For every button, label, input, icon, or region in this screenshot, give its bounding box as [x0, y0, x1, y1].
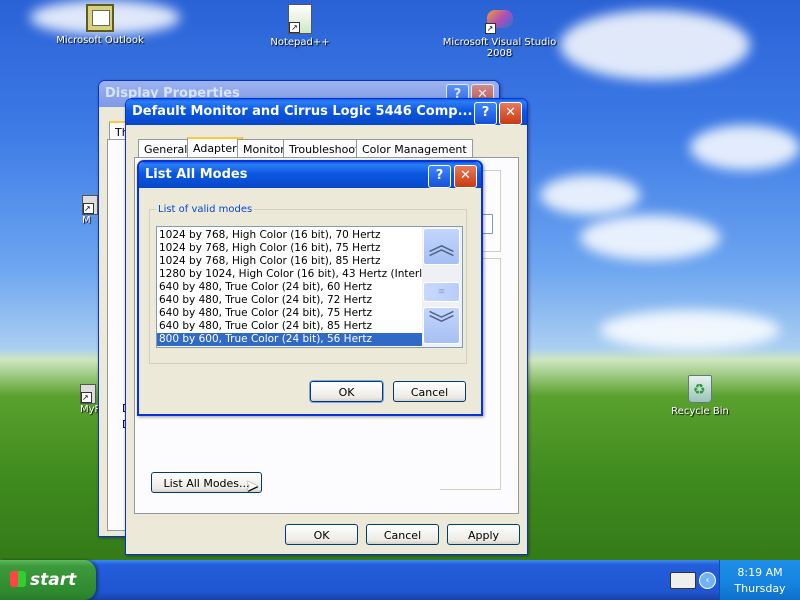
tab-color-management[interactable]: Color Management — [356, 139, 473, 158]
valid-modes-label: List of valid modes — [158, 204, 253, 215]
start-button[interactable]: start — [0, 560, 96, 600]
start-label: start — [30, 570, 77, 590]
desktop-icon-outlook[interactable]: Microsoft Outlook — [45, 4, 155, 46]
mode-list-item[interactable]: 1024 by 768, High Color (16 bit), 85 Her… — [157, 255, 422, 268]
window-title: Default Monitor and Cirrus Logic 5446 Co… — [132, 104, 473, 119]
help-button[interactable]: ? — [474, 102, 497, 125]
scroll-down-button[interactable]: ︾ — [423, 307, 460, 344]
shortcut-arrow-icon: ↗ — [81, 392, 92, 403]
mode-list-item[interactable]: 640 by 480, True Color (24 bit), 60 Hert… — [157, 281, 422, 294]
desktop-icon-notepadpp[interactable]: ↗ Notepad++ — [245, 4, 355, 48]
shortcut-arrow-icon: ↗ — [289, 22, 300, 33]
mode-list-item[interactable]: 640 by 480, True Color (24 bit), 85 Hert… — [157, 320, 422, 333]
chevron-down-icon: ︾ — [428, 310, 455, 340]
close-button[interactable]: ✕ — [454, 165, 477, 188]
chevron-up-icon: ︽ — [428, 231, 455, 261]
close-button[interactable]: ✕ — [499, 102, 522, 125]
chevron-left-icon[interactable]: ‹ — [699, 572, 716, 589]
shortcut-arrow-icon: ↗ — [83, 203, 94, 214]
list-all-modes-titlebar[interactable]: List All Modes ? ✕ — [139, 162, 481, 188]
mouse-cursor-icon: ➤ — [245, 476, 259, 495]
mode-list-item[interactable]: 1024 by 768, High Color (16 bit), 70 Her… — [157, 229, 422, 242]
ok-button[interactable]: OK — [285, 524, 358, 545]
clock-day: Thursday — [734, 582, 786, 595]
tab-adapter[interactable]: Adapter — [187, 137, 243, 158]
modes-scrollbar[interactable]: ︽ ≡ ︾ — [422, 227, 462, 347]
monitor-properties-titlebar[interactable]: Default Monitor and Cirrus Logic 5446 Co… — [126, 99, 527, 125]
desktop-icon-visual-studio[interactable]: ↗ Microsoft Visual Studio 2008 — [437, 4, 562, 59]
program-icon: ↗ — [80, 384, 96, 404]
cancel-button[interactable]: Cancel — [366, 524, 439, 545]
tab-strip: General Adapter Monitor Troubleshoot Col… — [136, 137, 526, 159]
notepadpp-icon: ↗ — [288, 4, 312, 34]
mode-list-item[interactable]: 800 by 600, True Color (24 bit), 56 Hert… — [157, 333, 422, 346]
scroll-thumb[interactable]: ≡ — [423, 282, 460, 302]
tab-troubleshoot[interactable]: Troubleshoot — [283, 139, 366, 158]
keyboard-icon[interactable] — [670, 572, 696, 589]
modes-list-rows: 1024 by 768, High Color (16 bit), 70 Her… — [157, 229, 452, 346]
desktop-icon-label: Microsoft Visual Studio 2008 — [442, 37, 557, 59]
desktop-icon-label: Recycle Bin — [671, 406, 729, 417]
shortcut-arrow-icon: ↗ — [484, 23, 496, 34]
mode-list-item[interactable]: 1280 by 1024, High Color (16 bit), 43 He… — [157, 268, 452, 281]
desktop-icon-label: Microsoft Outlook — [56, 35, 144, 46]
apply-button[interactable]: Apply — [447, 524, 520, 545]
cancel-button[interactable]: Cancel — [393, 381, 466, 402]
outlook-icon — [86, 4, 114, 32]
desktop-icon-recycle-bin[interactable]: ♻ Recycle Bin — [645, 375, 755, 417]
program-icon: ↗ — [82, 195, 98, 215]
modes-listbox[interactable]: 1024 by 768, High Color (16 bit), 70 Her… — [156, 226, 463, 348]
mode-list-item[interactable]: 640 by 480, True Color (24 bit), 75 Hert… — [157, 307, 422, 320]
ok-button[interactable]: OK — [309, 380, 384, 403]
mode-list-item[interactable]: 640 by 480, True Color (24 bit), 72 Hert… — [157, 294, 422, 307]
clock-time[interactable]: 8:19 AM — [720, 566, 800, 579]
tab-general[interactable]: General — [138, 139, 194, 158]
taskbar: start ‹ 8:19 AM Thursday — [0, 560, 800, 600]
list-all-modes-dialog[interactable]: List All Modes ? ✕ List of valid modes 1… — [137, 160, 483, 416]
visual-studio-icon: ↗ — [484, 4, 515, 34]
mode-list-item[interactable]: 1024 by 768, High Color (16 bit), 75 Her… — [157, 242, 422, 255]
scroll-up-button[interactable]: ︽ — [423, 228, 460, 265]
recycle-bin-icon: ♻ — [688, 375, 712, 403]
desktop-icon-label: Notepad++ — [270, 37, 330, 48]
help-button[interactable]: ? — [428, 165, 451, 188]
dialog-title: List All Modes — [145, 167, 248, 182]
windows-logo-icon — [10, 571, 26, 587]
system-tray: 8:19 AM Thursday — [719, 560, 800, 600]
